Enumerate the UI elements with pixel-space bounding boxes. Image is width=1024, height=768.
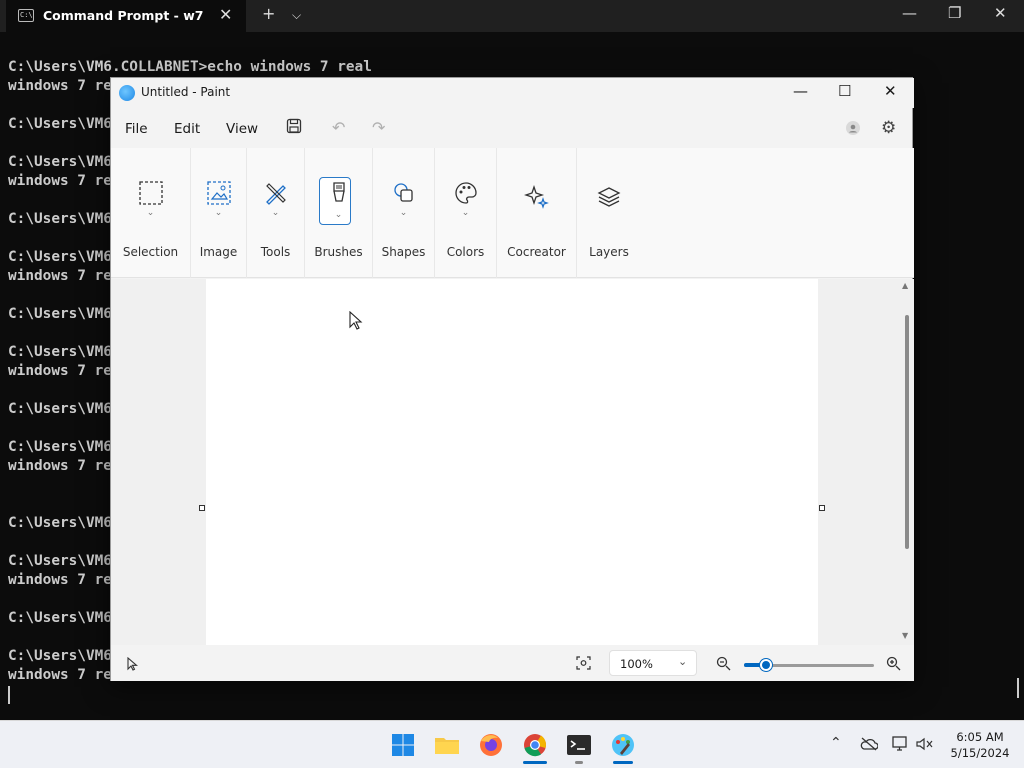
- group-label-tools: Tools: [260, 245, 291, 259]
- zoom-in-icon[interactable]: [886, 656, 901, 671]
- minimize-icon[interactable]: —: [793, 82, 808, 100]
- window-title: Untitled - Paint: [141, 85, 231, 99]
- onedrive-icon[interactable]: [860, 737, 878, 751]
- chevron-down-icon: ⌄: [146, 208, 155, 218]
- chevron-down-icon: ⌄: [271, 208, 280, 218]
- group-selection[interactable]: ⌄ Selection: [111, 148, 191, 278]
- maximize-icon[interactable]: ☐: [838, 82, 851, 100]
- image-icon: [206, 181, 231, 205]
- terminal-tab-title: Command Prompt - w7: [43, 8, 204, 23]
- close-icon[interactable]: ✕: [884, 82, 897, 100]
- file-explorer-icon[interactable]: [433, 731, 461, 759]
- group-brushes[interactable]: ⌄ Brushes: [305, 148, 373, 278]
- account-icon[interactable]: [846, 120, 860, 139]
- fit-to-window-icon[interactable]: [576, 656, 591, 670]
- new-tab-icon[interactable]: +: [262, 4, 275, 23]
- shapes-icon: [393, 183, 413, 202]
- save-icon[interactable]: [286, 118, 302, 138]
- paint-titlebar[interactable]: Untitled - Paint — ☐ ✕: [111, 78, 914, 108]
- firefox-icon[interactable]: [477, 731, 505, 759]
- chrome-icon[interactable]: [521, 731, 549, 759]
- sparkle-icon: [523, 184, 549, 209]
- zoom-slider-knob[interactable]: [760, 659, 772, 671]
- chevron-up-icon[interactable]: ⌃: [830, 735, 842, 751]
- chevron-down-icon: ⌄: [334, 210, 343, 220]
- menu-file[interactable]: File: [125, 121, 148, 137]
- group-tools[interactable]: ⌄ Tools: [247, 148, 305, 278]
- paint-window: Untitled - Paint — ☐ ✕ File Edit View ↶ …: [110, 77, 914, 681]
- mouse-pointer-icon: [349, 311, 363, 330]
- settings-gear-icon[interactable]: ⚙: [881, 118, 896, 138]
- pointer-position-icon: [127, 657, 138, 671]
- clock-time: 6:05 AM: [956, 730, 1004, 744]
- chrome-running-indicator: [523, 761, 547, 764]
- palette-icon: [454, 182, 477, 204]
- paint-app-icon: [119, 85, 135, 101]
- menu-edit[interactable]: Edit: [174, 121, 200, 137]
- group-shapes[interactable]: ⌄ Shapes: [373, 148, 435, 278]
- undo-icon[interactable]: ↶: [332, 118, 345, 137]
- clock-date: 5/15/2024: [950, 746, 1010, 760]
- brush-icon: [332, 182, 345, 202]
- taskbar: ⌃ 6:05 AM 5/15/2024: [0, 720, 1024, 768]
- paint-running-indicator: [613, 761, 633, 764]
- layers-icon: [597, 187, 621, 207]
- redo-icon[interactable]: ↷: [372, 118, 385, 137]
- status-bar: 100% ⌄: [111, 645, 914, 681]
- group-label-shapes: Shapes: [381, 245, 426, 259]
- chevron-down-icon: ⌄: [678, 655, 688, 668]
- system-clock[interactable]: 6:05 AM 5/15/2024: [940, 729, 1020, 761]
- menu-view[interactable]: View: [226, 121, 258, 137]
- terminal-scrollbar[interactable]: [1017, 678, 1019, 698]
- close-tab-icon[interactable]: ✕: [219, 5, 232, 24]
- canvas-workspace: ▲ ▼: [111, 279, 914, 645]
- start-icon[interactable]: [389, 731, 417, 759]
- group-layers[interactable]: Layers: [577, 148, 641, 278]
- zoom-out-icon[interactable]: [716, 656, 731, 671]
- group-label-cocreator: Cocreator: [507, 245, 566, 259]
- zoom-value: 100%: [620, 657, 653, 671]
- group-colors[interactable]: ⌄ Colors: [435, 148, 497, 278]
- group-label-colors: Colors: [446, 245, 485, 259]
- resize-handle-right[interactable]: [819, 505, 825, 511]
- cmd-icon: C:\: [18, 9, 34, 22]
- scroll-down-icon[interactable]: ▼: [902, 631, 908, 640]
- group-label-brushes: Brushes: [314, 245, 363, 259]
- scroll-up-icon[interactable]: ▲: [902, 281, 908, 290]
- network-icon[interactable]: [892, 736, 910, 752]
- chevron-down-icon[interactable]: ⌵: [292, 8, 301, 23]
- paint-icon[interactable]: [609, 731, 637, 759]
- resize-handle-left[interactable]: [199, 505, 205, 511]
- tools-icon: [265, 183, 286, 205]
- drawing-canvas[interactable]: [206, 279, 818, 645]
- group-cocreator[interactable]: Cocreator: [497, 148, 577, 278]
- zoom-dropdown[interactable]: 100% ⌄: [609, 650, 697, 676]
- selection-icon: [138, 181, 163, 205]
- terminal-running-indicator: [575, 761, 583, 764]
- text-cursor: [8, 686, 10, 704]
- menu-bar: File Edit View ↶ ↷ ⚙: [111, 108, 914, 148]
- chevron-down-icon: ⌄: [461, 208, 470, 218]
- minimize-icon[interactable]: —: [902, 4, 917, 22]
- chevron-down-icon: ⌄: [399, 208, 408, 218]
- volume-muted-icon[interactable]: [916, 737, 934, 751]
- group-image[interactable]: ⌄ Image: [191, 148, 247, 278]
- terminal-icon[interactable]: [565, 731, 593, 759]
- terminal-titlebar: C:\ Command Prompt - w7 ✕ + ⌵ — ❐ ✕: [0, 0, 1024, 32]
- toolbar-ribbon: ⌄ Selection ⌄ Image ⌄ Tools ⌄ Brushes ⌄ …: [111, 148, 914, 278]
- close-icon[interactable]: ✕: [994, 4, 1007, 22]
- group-label-layers: Layers: [589, 245, 629, 259]
- chevron-down-icon: ⌄: [214, 208, 223, 218]
- vertical-scrollbar-thumb[interactable]: [905, 315, 909, 549]
- group-label-image: Image: [199, 245, 238, 259]
- terminal-tab[interactable]: C:\ Command Prompt - w7 ✕: [6, 0, 246, 32]
- group-label-selection: Selection: [122, 245, 179, 259]
- restore-icon[interactable]: ❐: [948, 4, 961, 22]
